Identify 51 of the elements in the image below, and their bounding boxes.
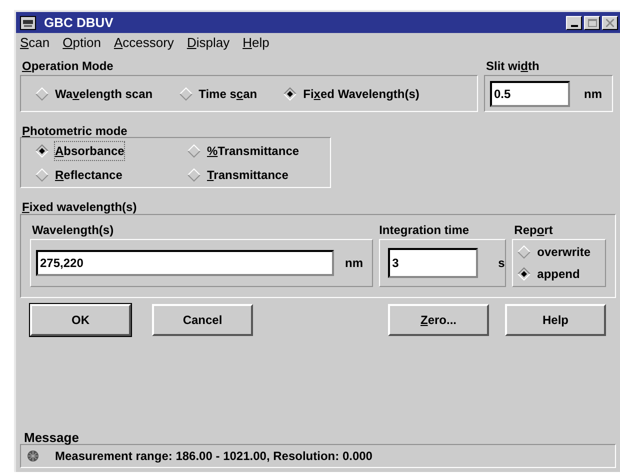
radio-button[interactable] — [187, 144, 201, 158]
radio-button[interactable] — [35, 144, 49, 158]
menu-item[interactable]: Accessory — [114, 33, 174, 53]
menu-item[interactable]: Display — [186, 33, 230, 53]
minimize-icon — [570, 24, 578, 26]
maximize-button[interactable] — [584, 16, 600, 30]
radio-button[interactable] — [178, 86, 193, 100]
field-label: Wavelength(s) — [31, 222, 115, 239]
radio-label[interactable]: overwrite — [537, 243, 591, 261]
wavelength-field[interactable]: 275,220 — [36, 250, 334, 276]
radio-button[interactable] — [283, 86, 298, 100]
group-heading: Photometric mode — [21, 123, 128, 137]
close-button[interactable] — [602, 16, 618, 30]
group-heading: Operation Mode — [21, 58, 114, 75]
unit-label: s — [498, 255, 505, 272]
maximize-icon — [588, 18, 596, 26]
menu-item[interactable]: Option — [62, 33, 101, 53]
field-label: Integration time — [379, 222, 470, 239]
group-heading: Fixed wavelength(s) — [21, 199, 138, 214]
radio-label[interactable]: append — [537, 265, 580, 283]
ok-button[interactable]: OK — [30, 304, 131, 336]
cancel-button[interactable]: Cancel — [152, 304, 253, 336]
slit-width-field[interactable]: 0.5 — [490, 80, 570, 106]
menu-item[interactable]: Scan — [20, 33, 50, 53]
menu-item[interactable]: Help — [242, 33, 270, 53]
help-button[interactable]: Help — [505, 304, 606, 336]
window-title: GBC DBUV — [44, 14, 114, 32]
integration-time-field[interactable]: 3 — [388, 248, 478, 278]
message-text: Measurement range: 186.00 - 1021.00, Resolution: 0.000 — [55, 448, 372, 465]
minimize-button[interactable] — [566, 16, 582, 30]
group-heading: Slit width — [485, 58, 540, 75]
unit-label: nm — [584, 86, 602, 102]
field-label: Report — [513, 222, 554, 239]
radio-button[interactable] — [517, 267, 532, 281]
radio-label[interactable]: Time scan — [198, 84, 258, 102]
app-icon — [20, 16, 36, 30]
radio-label[interactable]: Absorbance — [55, 142, 124, 160]
radio-button[interactable] — [35, 168, 49, 182]
radio-label[interactable]: Wavelength scan — [55, 84, 153, 102]
zero-button[interactable]: Zero... — [388, 304, 489, 336]
radio-button[interactable] — [187, 168, 201, 182]
unit-label: nm — [345, 255, 363, 272]
radio-label[interactable]: Transmittance — [207, 166, 288, 184]
radio-label[interactable]: %Transmittance — [207, 142, 300, 160]
radio-label[interactable]: Fixed Wavelength(s) — [303, 84, 420, 102]
radio-label[interactable]: Reflectance — [55, 166, 122, 184]
radio-button[interactable] — [35, 86, 49, 100]
message-heading: Message — [23, 429, 80, 444]
radio-button[interactable] — [517, 245, 532, 259]
status-globe-icon — [27, 450, 39, 462]
close-icon — [606, 18, 614, 26]
